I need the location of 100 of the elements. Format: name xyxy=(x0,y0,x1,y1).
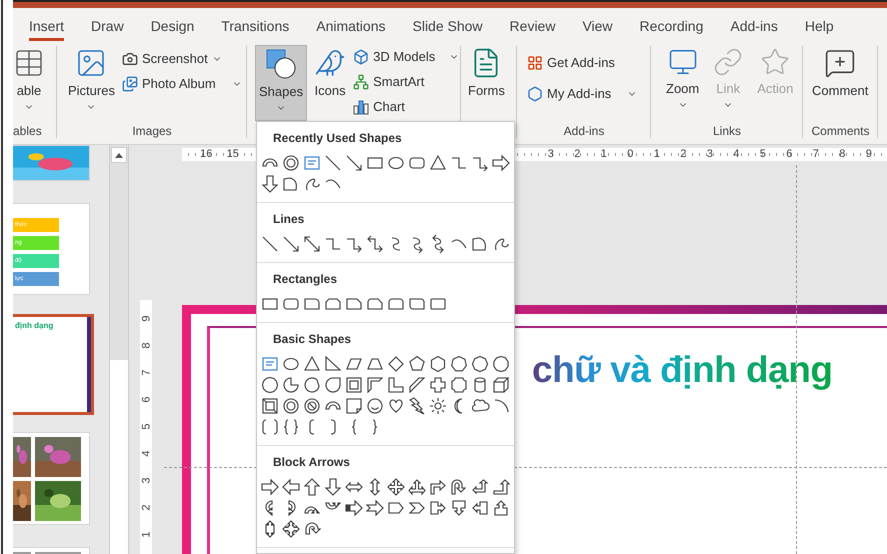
down-arrow-icon[interactable] xyxy=(260,174,280,194)
decagon-icon[interactable] xyxy=(491,354,511,374)
double-arrow-line-icon[interactable] xyxy=(302,234,322,254)
ribbon-tab[interactable]: Transitions xyxy=(221,14,290,40)
cube-icon[interactable] xyxy=(491,375,511,395)
section-title: Lines xyxy=(272,211,306,228)
section-title: Recently Used Shapes xyxy=(272,130,403,147)
heptagon-icon[interactable] xyxy=(449,354,469,374)
ruler-number: 7 xyxy=(139,368,153,378)
ruler-number: 5 xyxy=(139,422,153,432)
bird-icon xyxy=(314,47,346,79)
ruler-number: 1 xyxy=(139,530,153,540)
line-icon[interactable] xyxy=(260,234,280,254)
ring-icon[interactable] xyxy=(281,396,301,416)
ribbon-tab[interactable]: Design xyxy=(150,14,194,40)
ribbon-tab[interactable]: Help xyxy=(804,14,834,40)
ribbon-tab[interactable]: Review xyxy=(510,14,556,40)
bent-up-arrow-icon[interactable] xyxy=(491,477,511,497)
octagon-icon[interactable] xyxy=(470,354,490,374)
screenshot-button[interactable]: Screenshot xyxy=(122,47,242,70)
bent-arrow-icon[interactable] xyxy=(428,477,448,497)
cube-icon xyxy=(353,48,370,64)
link-icon xyxy=(713,47,744,77)
scroll-up-button[interactable] xyxy=(111,147,127,163)
scrollbar[interactable] xyxy=(109,145,129,554)
bracket-pair-icon[interactable] xyxy=(260,417,280,437)
3d-models-button[interactable]: 3D Models xyxy=(353,45,460,68)
diamond-icon[interactable] xyxy=(386,354,406,374)
ruler-number: 0 xyxy=(626,148,634,161)
ruler-number: 2 xyxy=(679,148,688,161)
striped-arrow-icon[interactable] xyxy=(344,498,364,518)
chord-icon[interactable] xyxy=(302,375,322,395)
smiley-icon[interactable] xyxy=(365,396,385,416)
star-icon xyxy=(760,47,790,77)
brace-pair-icon[interactable] xyxy=(281,417,301,437)
comment-button[interactable]: Comment xyxy=(809,45,872,115)
group-label: Images xyxy=(132,124,172,140)
arrow-line-icon[interactable] xyxy=(344,153,364,173)
ring-icon[interactable] xyxy=(281,153,301,173)
group-label: ables xyxy=(13,124,42,140)
photo-album-button[interactable]: Photo Album xyxy=(122,72,242,95)
ribbon-tab[interactable]: Slide Show xyxy=(412,14,483,40)
my-add-ins-button[interactable]: My Add-ins xyxy=(527,82,638,105)
l-shape-icon[interactable] xyxy=(386,375,406,395)
chart-button[interactable]: Chart xyxy=(353,95,460,118)
diagonal-stripe-icon[interactable] xyxy=(407,375,427,395)
table-button[interactable]: able xyxy=(13,45,48,115)
slide-thumbnail[interactable] xyxy=(13,432,90,525)
ruler-number: 4 xyxy=(732,148,740,161)
right-arrow-icon[interactable] xyxy=(260,477,280,497)
ruler-number: 5 xyxy=(758,148,767,161)
ribbon-tab[interactable]: Draw xyxy=(91,14,124,40)
right-arrow-icon[interactable] xyxy=(491,153,511,173)
teardrop-icon[interactable] xyxy=(323,375,343,395)
ribbon-tab[interactable]: View xyxy=(582,14,613,40)
folded-corner-icon[interactable] xyxy=(344,396,364,416)
ruler-number: 6 xyxy=(785,148,794,161)
arrow-line-icon[interactable] xyxy=(281,234,301,254)
group-label: Comments xyxy=(811,124,870,140)
cross-icon[interactable] xyxy=(428,375,448,395)
ruler-number: 9 xyxy=(139,314,153,324)
zoom-button[interactable]: Zoom xyxy=(663,45,702,115)
no-symbol-icon[interactable] xyxy=(302,396,322,416)
left-arrow-icon[interactable] xyxy=(281,477,301,497)
thumbnail-title: định dạng xyxy=(14,320,54,330)
bevel-icon[interactable] xyxy=(260,396,280,416)
plaque-icon[interactable] xyxy=(449,375,469,395)
grid-plus-icon xyxy=(527,54,543,70)
ribbon-tab[interactable]: Recording xyxy=(640,14,704,40)
dodecagon-icon[interactable] xyxy=(260,375,280,395)
u-turn-arrow-icon[interactable] xyxy=(449,477,469,497)
callout-arrow-icon[interactable] xyxy=(281,519,301,539)
section-title: Block Arrows xyxy=(272,454,351,471)
get-add-ins-button[interactable]: Get Add-ins xyxy=(527,51,638,74)
smartart-button[interactable]: SmartArt xyxy=(353,70,460,93)
bent-arrow-icon[interactable] xyxy=(470,477,490,497)
up-arrow-icon[interactable] xyxy=(302,477,322,497)
group-label: Links xyxy=(712,124,741,140)
half-frame-icon[interactable] xyxy=(365,375,385,395)
frame-icon[interactable] xyxy=(344,375,364,395)
ruler-number: 3 xyxy=(139,476,153,486)
icons-button[interactable]: Icons xyxy=(311,45,350,115)
quad-arrow-icon[interactable] xyxy=(386,477,406,497)
hexagon-icon[interactable] xyxy=(428,354,448,374)
elbow-arrow-icon[interactable] xyxy=(365,234,385,254)
chart-icon xyxy=(353,98,370,114)
ribbon-tab[interactable]: Animations xyxy=(316,14,386,40)
down-arrow-icon[interactable] xyxy=(323,477,343,497)
forms-button[interactable]: Forms xyxy=(465,45,508,115)
sun-icon[interactable] xyxy=(428,396,448,416)
pictures-button[interactable]: Pictures xyxy=(65,45,118,115)
line-icon[interactable] xyxy=(323,153,343,173)
notched-arrow-icon[interactable] xyxy=(365,498,385,518)
pie-icon[interactable] xyxy=(281,375,301,395)
ribbon-tab[interactable]: Add-ins xyxy=(730,14,778,40)
lightning-icon[interactable] xyxy=(407,396,427,416)
smartart-icon xyxy=(353,74,370,90)
shapes-button[interactable]: Shapes xyxy=(255,45,308,121)
ruler-number: 16 xyxy=(199,148,214,161)
three-way-arrow-icon[interactable] xyxy=(407,477,427,497)
